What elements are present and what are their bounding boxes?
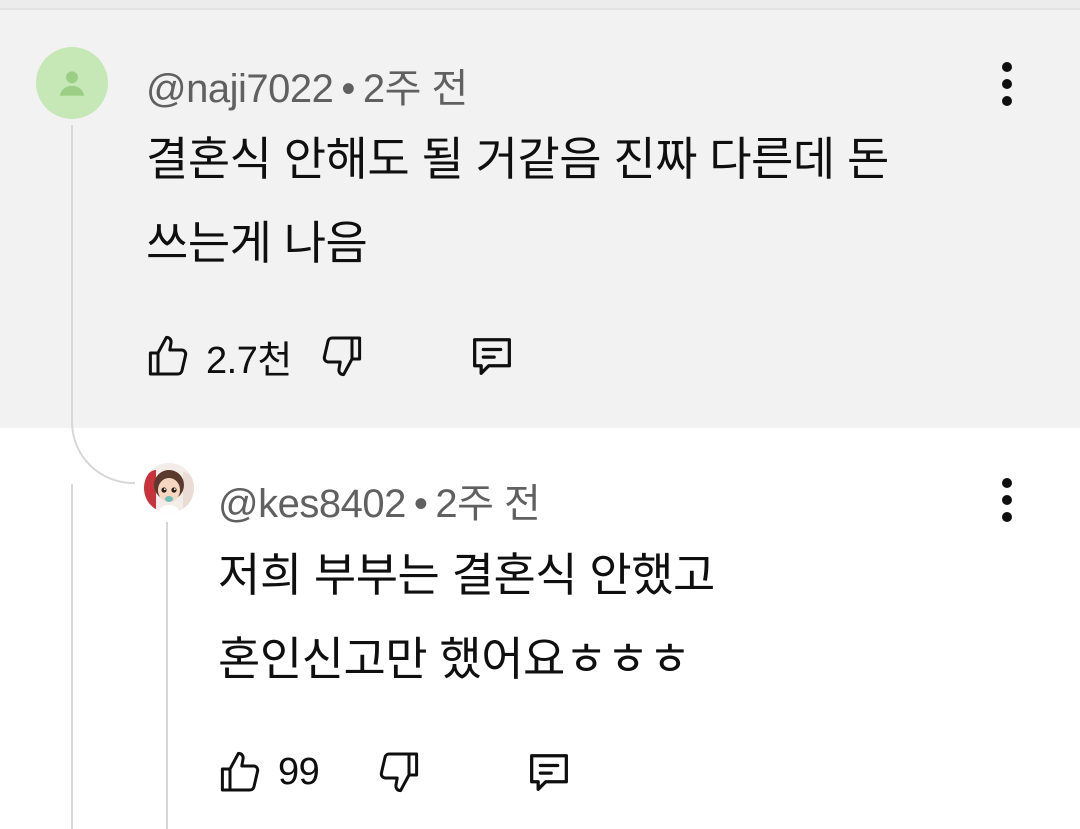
reply-comment-icon — [472, 338, 511, 375]
avatar[interactable] — [36, 47, 108, 119]
reply-comment-icon — [530, 754, 569, 791]
author-handle[interactable]: @naji7022 — [146, 67, 334, 111]
like-count: 99 — [278, 750, 320, 793]
more-options-icon[interactable] — [997, 62, 1017, 106]
comment-thread: @naji7022 • 2주 전 결혼식 안해도 될 거같음 진짜 다른데 돈 쓰는… — [0, 0, 1080, 829]
like-button[interactable] — [144, 332, 192, 380]
meta-separator: • — [341, 67, 355, 111]
comment-actions: 99 — [216, 742, 575, 802]
comment-text-line: 결혼식 안해도 될 거같음 진짜 다른데 돈 — [146, 133, 889, 185]
thread-line-continuation — [71, 484, 73, 829]
comment-meta: @naji7022 • 2주 전 — [146, 56, 468, 114]
comment-meta: @kes8402 • 2주 전 — [218, 471, 541, 529]
comment-text-line: 저희 부부는 결혼식 안했고 — [218, 549, 715, 601]
dislike-button[interactable] — [375, 748, 423, 796]
like-button[interactable] — [216, 748, 264, 796]
author-handle[interactable]: @kes8402 — [218, 482, 406, 526]
more-options-icon[interactable] — [997, 478, 1017, 522]
thumbs-down-icon — [322, 336, 361, 377]
reply-button[interactable] — [466, 330, 518, 382]
comment-text-line: 쓰는게 나음 — [146, 217, 368, 269]
top-divider — [0, 0, 1080, 10]
comment-time: 2주 전 — [362, 67, 468, 111]
like-count: 2.7천 — [206, 339, 292, 382]
comment-time: 2주 전 — [435, 482, 541, 526]
dislike-button[interactable] — [318, 332, 366, 380]
comment-text-line: 혼인신고만 했어요ㅎㅎㅎ — [218, 633, 691, 685]
avatar[interactable] — [144, 463, 194, 513]
character-avatar — [144, 463, 194, 513]
comment-text: 결혼식 안해도 될 거같음 진짜 다른데 돈 쓰는게 나음 — [146, 117, 889, 285]
reply-button[interactable] — [523, 746, 575, 798]
thumbs-down-icon — [380, 752, 419, 793]
meta-separator: • — [413, 482, 428, 526]
person-icon — [59, 71, 85, 96]
thumbs-up-icon — [148, 335, 188, 376]
thumbs-up-icon — [220, 751, 260, 792]
comment-actions: 2.7천 — [144, 326, 518, 386]
reply-connector — [71, 360, 135, 484]
reply-thread-line — [166, 522, 168, 829]
comment-text: 저희 부부는 결혼식 안했고 혼인신고만 했어요ㅎㅎㅎ — [218, 533, 715, 701]
